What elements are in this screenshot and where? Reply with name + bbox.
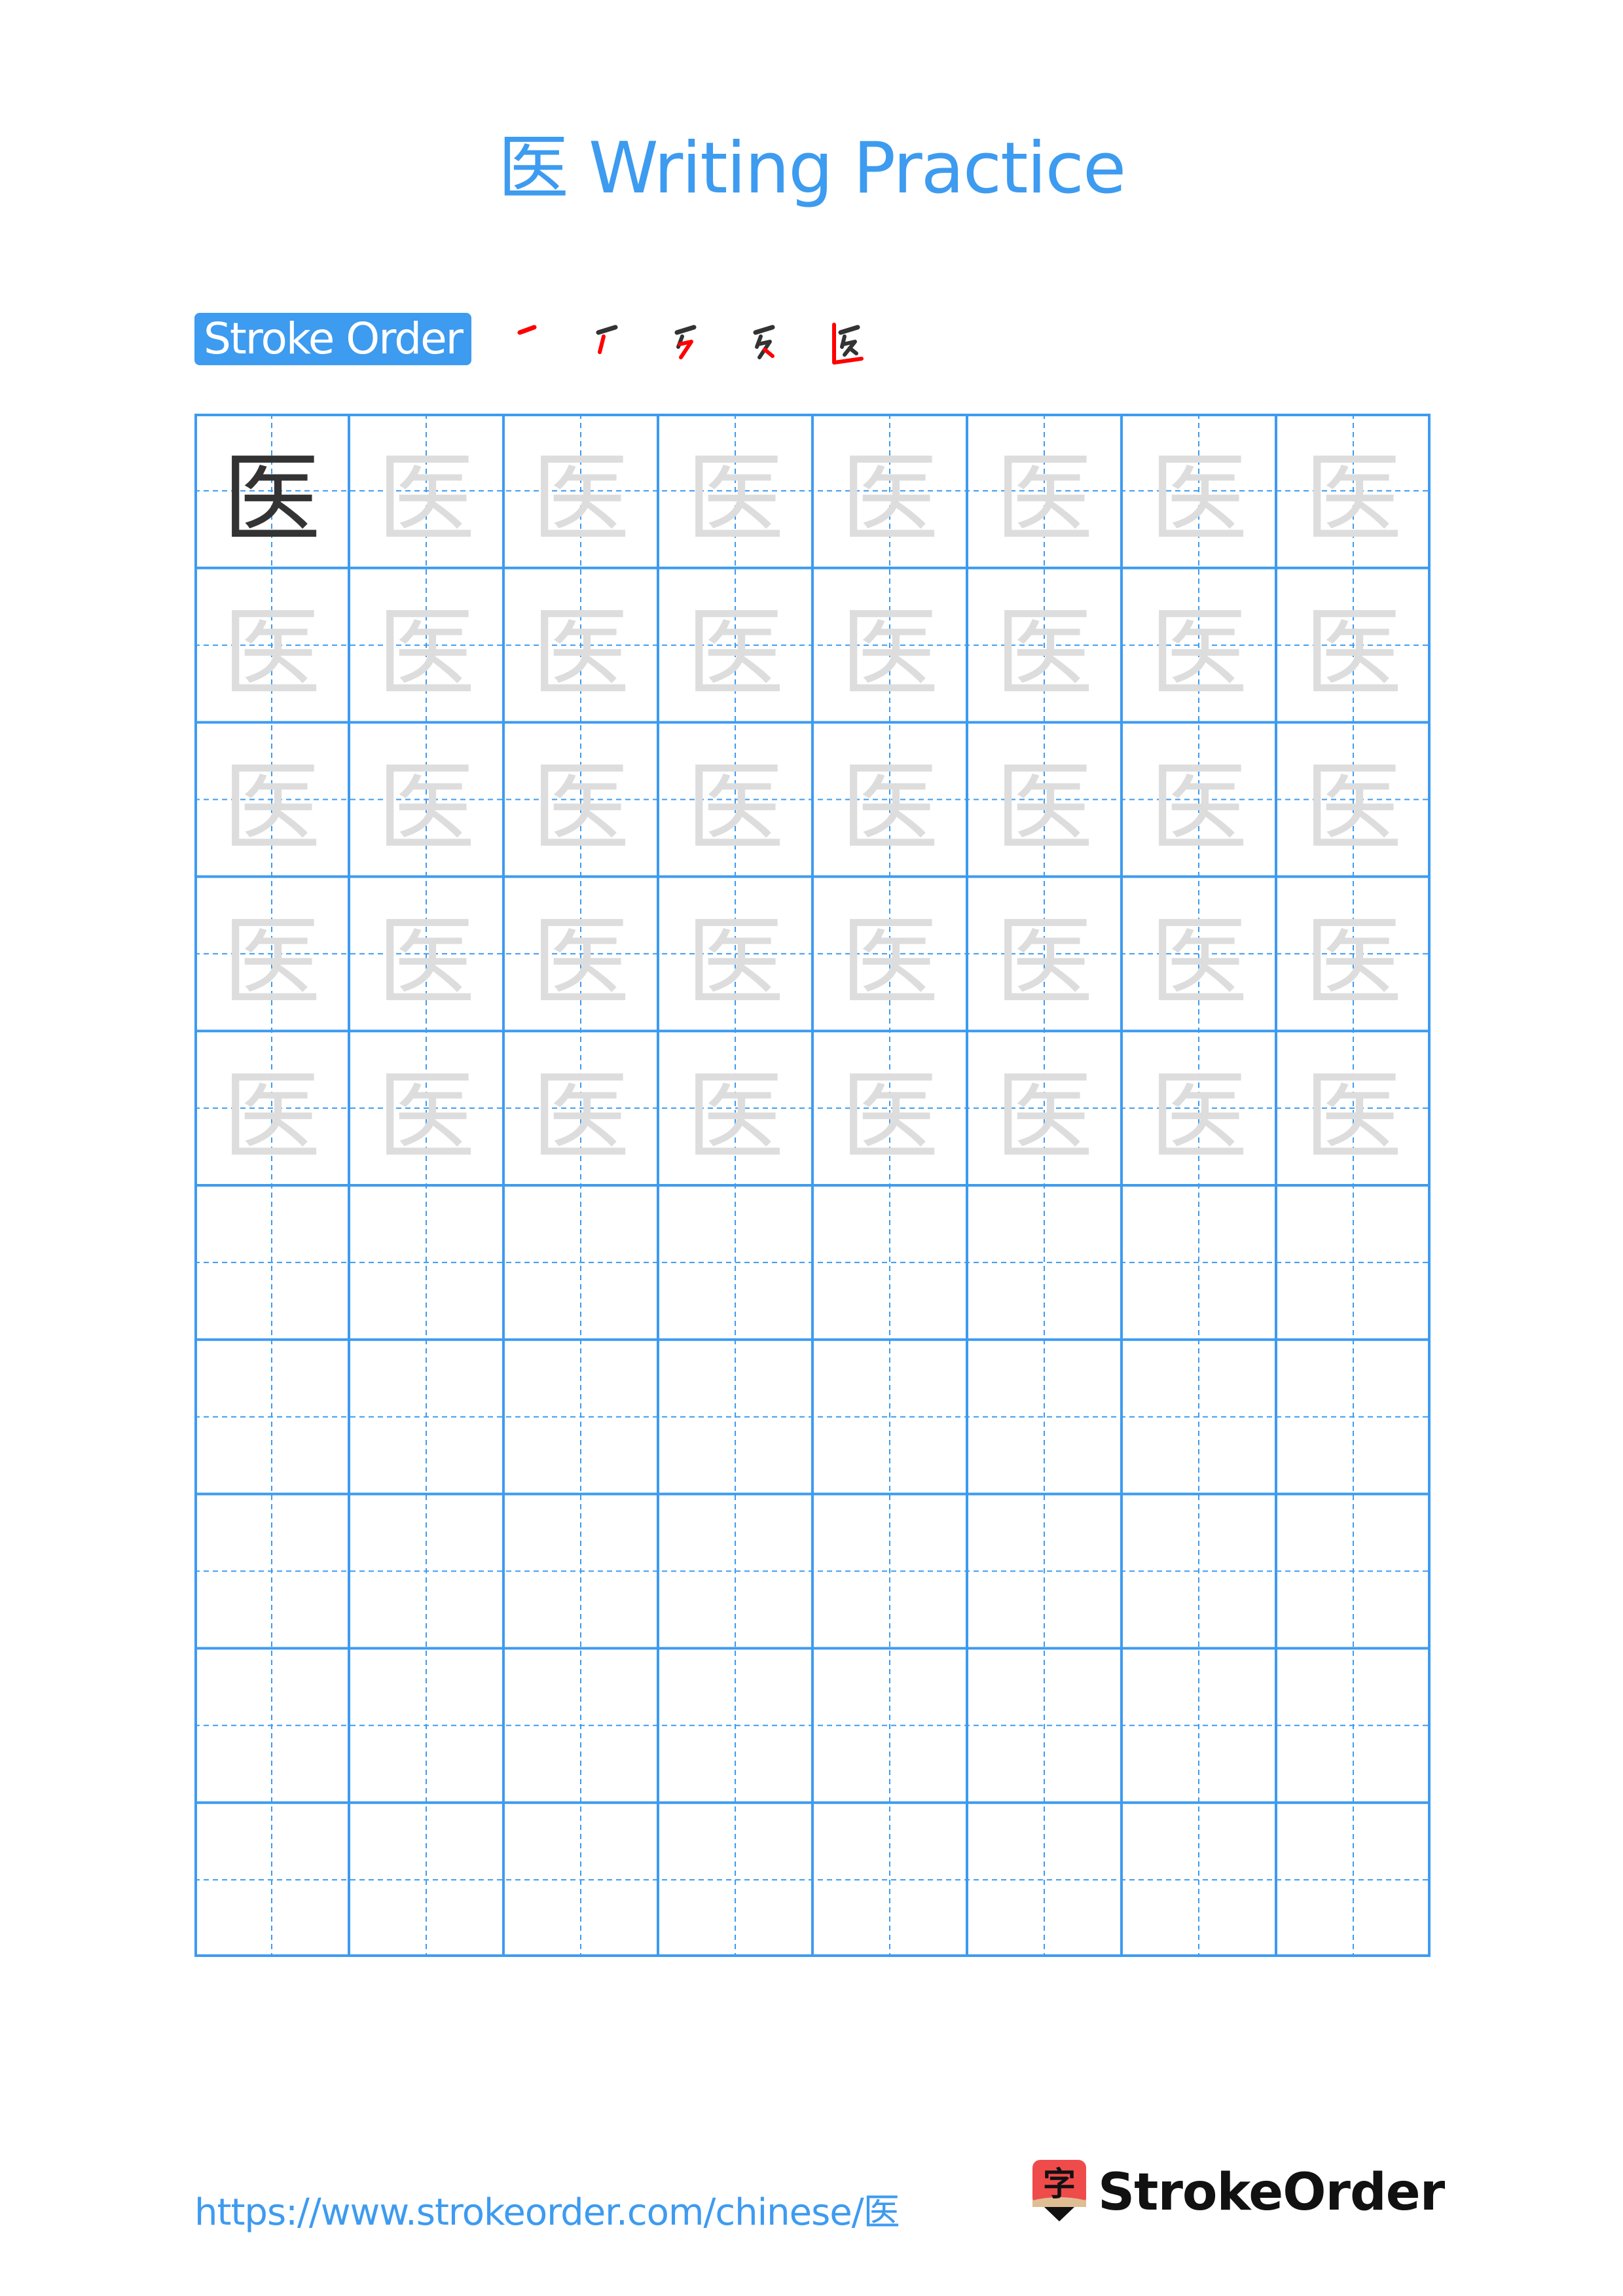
empty-practice-cell xyxy=(349,1803,503,1957)
trace-character: 医 xyxy=(1149,1060,1248,1174)
strokeorder-logo[interactable]: 字 StrokeOrder xyxy=(1030,2160,1445,2225)
empty-practice-cell xyxy=(812,1340,967,1494)
trace-character: 医 xyxy=(376,442,475,557)
empty-practice-cell xyxy=(1276,1648,1431,1803)
empty-practice-cell xyxy=(194,1494,349,1649)
trace-character: 医 xyxy=(1149,442,1248,557)
empty-practice-cell xyxy=(1276,1494,1431,1649)
trace-character: 医 xyxy=(840,597,939,711)
footer-url-link[interactable]: https://www.strokeorder.com/chinese/医 xyxy=(194,2183,900,2236)
trace-character: 医 xyxy=(531,1060,630,1174)
logo-glyph: 字 xyxy=(1043,2165,1076,2203)
stroke-step-1 xyxy=(511,313,556,365)
trace-character: 医 xyxy=(685,905,784,1020)
trace-character: 医 xyxy=(222,1060,321,1174)
page-title: 医 Writing Practice xyxy=(498,128,1127,209)
stroke-step-3 xyxy=(668,313,714,365)
empty-practice-cell xyxy=(658,1185,812,1340)
empty-practice-cell xyxy=(1122,1340,1276,1494)
empty-practice-cell xyxy=(967,1803,1122,1957)
empty-practice-cell xyxy=(658,1803,812,1957)
trace-character: 医 xyxy=(994,751,1093,865)
empty-practice-cell xyxy=(194,1648,349,1803)
empty-practice-cell xyxy=(1122,1803,1276,1957)
empty-practice-cell xyxy=(503,1494,658,1649)
trace-character: 医 xyxy=(531,442,630,557)
trace-character: 医 xyxy=(840,1060,939,1174)
empty-practice-cell xyxy=(503,1340,658,1494)
trace-character: 医 xyxy=(685,751,784,865)
empty-practice-cell xyxy=(503,1185,658,1340)
trace-character: 医 xyxy=(1304,1060,1402,1174)
empty-practice-cell xyxy=(349,1340,503,1494)
trace-character: 医 xyxy=(994,442,1093,557)
trace-character: 医 xyxy=(994,597,1093,711)
trace-character: 医 xyxy=(685,597,784,711)
trace-character: 医 xyxy=(1304,905,1402,1020)
empty-practice-cell xyxy=(967,1340,1122,1494)
empty-practice-cell xyxy=(812,1803,967,1957)
empty-practice-cell xyxy=(1276,1340,1431,1494)
trace-character: 医 xyxy=(1304,442,1402,557)
empty-practice-cell xyxy=(194,1185,349,1340)
empty-practice-cell xyxy=(349,1494,503,1649)
empty-practice-cell xyxy=(967,1648,1122,1803)
empty-practice-cell xyxy=(1122,1648,1276,1803)
empty-practice-cell xyxy=(967,1494,1122,1649)
stroke-step-5 xyxy=(825,313,871,365)
empty-practice-cell xyxy=(1122,1494,1276,1649)
trace-character: 医 xyxy=(1149,597,1248,711)
brand-name: StrokeOrder xyxy=(1098,2163,1445,2222)
pencil-logo-icon: 字 xyxy=(1030,2160,1089,2225)
trace-character: 医 xyxy=(531,597,630,711)
stroke-step-2 xyxy=(589,313,635,365)
trace-character: 医 xyxy=(376,905,475,1020)
trace-character: 医 xyxy=(840,442,939,557)
trace-character: 医 xyxy=(685,442,784,557)
empty-practice-cell xyxy=(349,1648,503,1803)
stroke-order-badge: Stroke Order xyxy=(194,313,471,365)
empty-practice-cell xyxy=(812,1185,967,1340)
trace-character: 医 xyxy=(531,905,630,1020)
empty-practice-cell xyxy=(503,1648,658,1803)
empty-practice-cell xyxy=(194,1803,349,1957)
trace-character: 医 xyxy=(376,751,475,865)
empty-practice-cell xyxy=(1122,1185,1276,1340)
empty-practice-cell xyxy=(658,1648,812,1803)
trace-character: 医 xyxy=(840,905,939,1020)
trace-character: 医 xyxy=(222,751,321,865)
trace-character: 医 xyxy=(1304,751,1402,865)
trace-character: 医 xyxy=(376,597,475,711)
empty-practice-cell xyxy=(812,1494,967,1649)
trace-character: 医 xyxy=(685,1060,784,1174)
stroke-order-row: Stroke Order xyxy=(194,313,871,365)
stroke-order-steps xyxy=(511,313,871,365)
empty-practice-cell xyxy=(658,1494,812,1649)
trace-character: 医 xyxy=(994,1060,1093,1174)
trace-character: 医 xyxy=(1149,905,1248,1020)
empty-practice-cell xyxy=(1276,1185,1431,1340)
empty-practice-cell xyxy=(194,1340,349,1494)
trace-character: 医 xyxy=(222,597,321,711)
trace-character: 医 xyxy=(994,905,1093,1020)
trace-character: 医 xyxy=(1304,597,1402,711)
trace-character: 医 xyxy=(1149,751,1248,865)
practice-grid: 医医医医医医医医医医医医医医医医医医医医医医医医医医医医医医医医医医医医医医医医 xyxy=(194,414,1431,1957)
empty-practice-cell xyxy=(812,1648,967,1803)
trace-character: 医 xyxy=(840,751,939,865)
empty-practice-cell xyxy=(967,1185,1122,1340)
trace-character: 医 xyxy=(222,905,321,1020)
empty-practice-cell xyxy=(1276,1803,1431,1957)
empty-practice-cell xyxy=(503,1803,658,1957)
stroke-step-4 xyxy=(746,313,792,365)
trace-character: 医 xyxy=(531,751,630,865)
empty-practice-cell xyxy=(349,1185,503,1340)
trace-character: 医 xyxy=(376,1060,475,1174)
model-character: 医 xyxy=(222,442,321,557)
empty-practice-cell xyxy=(658,1340,812,1494)
